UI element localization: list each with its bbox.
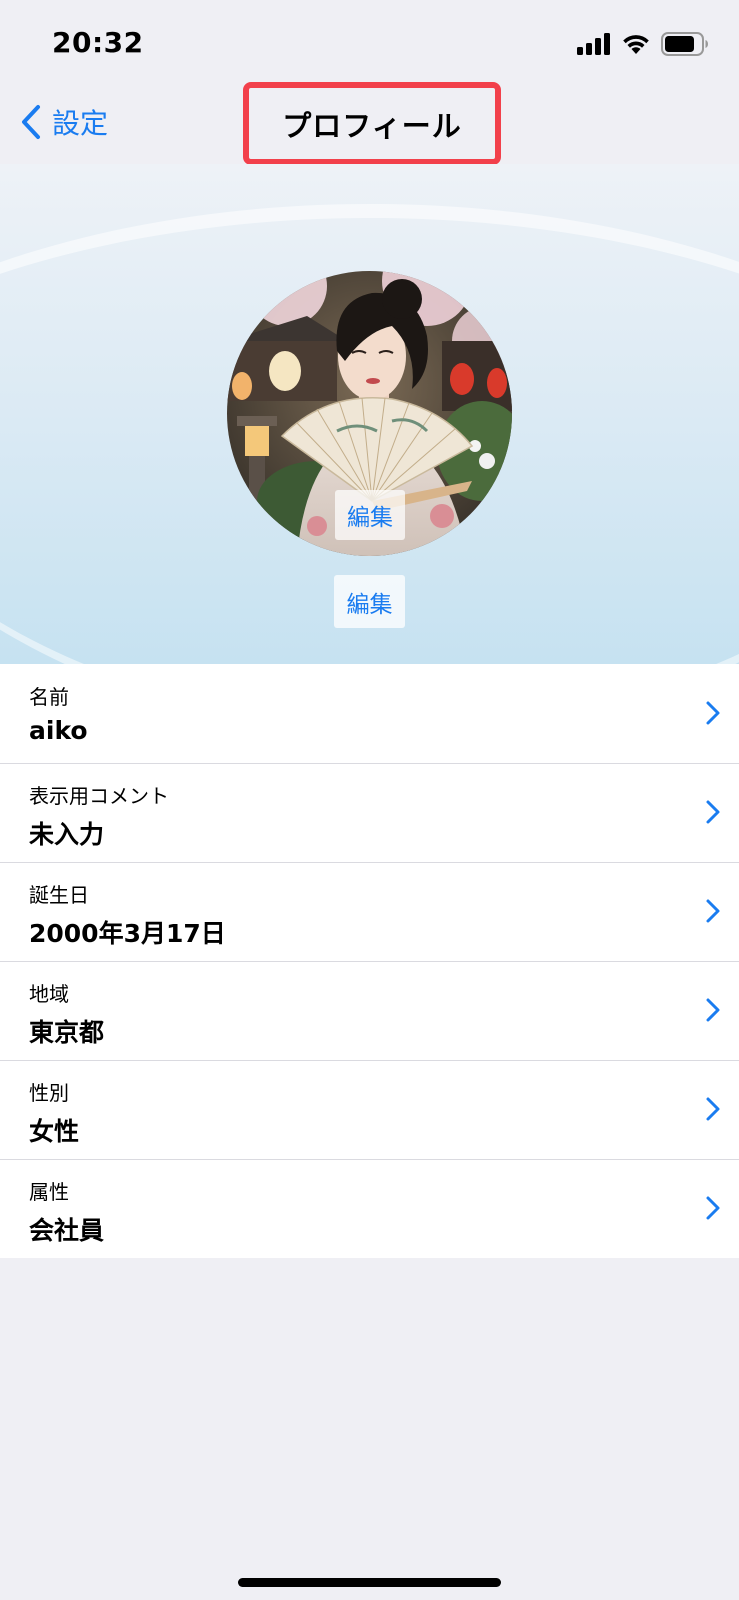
- back-button[interactable]: 設定: [20, 102, 108, 142]
- chevron-right-icon: [706, 899, 720, 923]
- page-title: プロフィール: [282, 108, 462, 143]
- item-label: 名前: [29, 685, 69, 709]
- battery-icon: [661, 32, 708, 56]
- list-item-attribute[interactable]: 属性 会社員: [0, 1159, 739, 1258]
- home-indicator[interactable]: [238, 1578, 501, 1587]
- wifi-icon: [623, 35, 649, 54]
- status-icons: [577, 32, 709, 56]
- list-item-gender[interactable]: 性別 女性: [0, 1060, 739, 1159]
- cellular-signal-icon: [577, 33, 610, 55]
- profile-header: 編集 編集: [0, 164, 739, 664]
- chevron-right-icon: [706, 701, 720, 725]
- chevron-right-icon: [706, 1196, 720, 1220]
- list-item-name[interactable]: 名前 aiko: [0, 664, 739, 763]
- item-value: 東京都: [29, 1018, 105, 1047]
- highlight-box: プロフィール: [243, 82, 501, 165]
- status-bar: 20:32: [0, 0, 739, 80]
- chevron-right-icon: [706, 1097, 720, 1121]
- item-label: 誕生日: [29, 883, 89, 907]
- edit-background-button[interactable]: 編集: [334, 575, 405, 628]
- item-value: aiko: [29, 716, 88, 745]
- chevron-right-icon: [706, 800, 720, 824]
- item-value: 女性: [29, 1117, 80, 1146]
- item-value: 未入力: [29, 820, 105, 849]
- chevron-right-icon: [706, 998, 720, 1022]
- list-item-region[interactable]: 地域 東京都: [0, 961, 739, 1060]
- back-label: 設定: [52, 107, 109, 140]
- item-label: 表示用コメント: [29, 784, 169, 808]
- navigation-bar: 設定 プロフィール: [0, 80, 739, 165]
- item-label: 地域: [29, 982, 69, 1006]
- item-value: 2000年3月17日: [29, 919, 226, 948]
- list-item-comment[interactable]: 表示用コメント 未入力: [0, 763, 739, 862]
- profile-list: 名前 aiko 表示用コメント 未入力 誕生日 2000年3月17日 地域 東京…: [0, 664, 739, 1258]
- edit-avatar-button[interactable]: 編集: [335, 490, 405, 540]
- status-time: 20:32: [52, 26, 144, 59]
- item-label: 性別: [29, 1081, 69, 1105]
- item-label: 属性: [29, 1180, 69, 1204]
- chevron-left-icon: [22, 105, 40, 139]
- list-item-birthday[interactable]: 誕生日 2000年3月17日: [0, 862, 739, 961]
- item-value: 会社員: [29, 1216, 105, 1245]
